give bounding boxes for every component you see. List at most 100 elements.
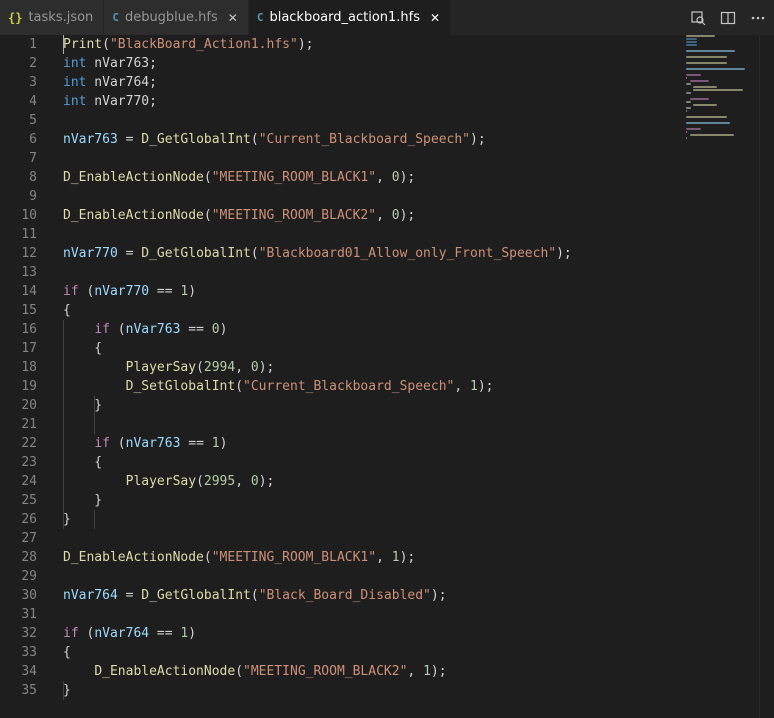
code-token: ( [235, 379, 244, 394]
close-icon[interactable]: ✕ [228, 11, 238, 25]
code-line[interactable]: 12 nVar770 = D_GetGlobalInt("Blackboard01… [0, 244, 571, 263]
code-line[interactable]: 16 if (nVar763 == 0) [0, 320, 572, 339]
code-token: ); [258, 360, 275, 375]
code-line[interactable]: 22 if (nVar763 == 1) [0, 434, 572, 453]
code-line[interactable]: 2 int nVar763; [0, 54, 572, 73]
code-token: == [180, 322, 212, 337]
code-line[interactable]: 20 } [0, 396, 572, 415]
text-cursor [63, 35, 64, 54]
c-file-icon: C [256, 11, 264, 24]
line-number: 14 [21, 284, 37, 299]
code-line[interactable]: 21 [0, 415, 572, 434]
code-line[interactable]: 15 { [0, 301, 572, 320]
line-number: 9 [29, 189, 37, 204]
code-token: PlayerSay [125, 474, 197, 489]
line-text: { [63, 453, 102, 472]
code-token: "Current_Blackboard_Speech" [258, 132, 471, 147]
line-text: PlayerSay(2995, 0); [63, 472, 275, 491]
minimap-line [686, 56, 727, 58]
code-line[interactable]: 17 { [0, 339, 572, 358]
code-token: , [235, 474, 251, 489]
line-text: D_SetGlobalInt("Current_Blackboard_Speec… [63, 377, 494, 396]
minimap-line [686, 131, 687, 133]
code-token: == [149, 284, 181, 299]
tab-debugblue-hfs[interactable]: C debugblue.hfs ✕ [104, 0, 249, 35]
code-line[interactable]: 3 int nVar764; [0, 73, 572, 92]
line-number: 17 [21, 341, 37, 356]
code-line[interactable]: 32 if (nVar764 == 1) [0, 624, 572, 643]
code-line[interactable]: 14 if (nVar770 == 1) [0, 282, 572, 301]
code-line[interactable]: 9 [0, 187, 572, 206]
code-token: 2994 [203, 360, 236, 375]
vertical-scrollbar[interactable] [759, 35, 774, 718]
line-text: int nVar764; [63, 73, 157, 92]
code-line[interactable]: 33 { [0, 643, 572, 662]
json-file-icon: {} [8, 10, 23, 25]
line-number: 29 [21, 569, 37, 584]
close-icon[interactable]: ✕ [430, 11, 440, 25]
code-editor[interactable]: 1 Print("BlackBoard_Action1.hfs"); 2 int nV… [0, 35, 774, 718]
code-line[interactable]: 25 } [0, 491, 572, 510]
minimap-line [686, 35, 715, 37]
code-line[interactable]: 4 int nVar770; [0, 92, 572, 111]
code-line[interactable]: 18 PlayerSay(2994, 0); [0, 358, 572, 377]
code-token: nVar763 [63, 132, 118, 147]
code-token: "MEETING_ROOM_BLACK2" [211, 208, 377, 223]
tab-blackboard-action1-hfs[interactable]: C blackboard_action1.hfs ✕ [248, 0, 452, 35]
line-text: if (nVar770 == 1) [63, 282, 196, 301]
line-number: 3 [29, 75, 37, 90]
code-line[interactable]: 26} [0, 510, 572, 529]
code-token: , [376, 550, 392, 565]
line-number: 12 [21, 246, 37, 261]
code-line[interactable]: 30 nVar764 = D_GetGlobalInt("Black_Board_… [0, 586, 572, 605]
code-line[interactable]: 19 D_SetGlobalInt("Current_Blackboard_Sp… [0, 377, 572, 396]
code-token: } [63, 512, 71, 527]
code-line[interactable]: 29 [0, 567, 572, 586]
code-token: } [63, 683, 71, 698]
code-token: ); [399, 208, 416, 223]
code-token: ) [219, 436, 228, 451]
code-line[interactable]: 11 [0, 225, 572, 244]
minimap-line [686, 137, 687, 139]
tab-label: blackboard_action1.hfs [269, 10, 421, 25]
code-line[interactable]: 5 [0, 111, 572, 130]
code-token: == [149, 626, 181, 641]
code-token: ); [470, 132, 486, 147]
code-line[interactable]: 35} [0, 681, 572, 700]
code-area[interactable]: 1 Print("BlackBoard_Action1.hfs"); 2 int nV… [0, 35, 572, 700]
code-line[interactable]: 7 [0, 149, 572, 168]
code-line[interactable]: 10 D_EnableActionNode("MEETING_ROOM_BLACK… [0, 206, 572, 225]
code-line[interactable]: 1 Print("BlackBoard_Action1.hfs"); [0, 35, 572, 54]
code-line[interactable]: 27 [0, 529, 572, 548]
line-text: if (nVar763 == 0) [63, 320, 227, 339]
code-line[interactable]: 6 nVar763 = D_GetGlobalInt("Current_Black… [0, 130, 572, 149]
more-actions-icon[interactable] [750, 10, 766, 26]
code-line[interactable]: 13 [0, 263, 572, 282]
minimap-line [689, 98, 709, 100]
open-changes-icon[interactable] [690, 10, 706, 26]
code-token: 0 [391, 208, 400, 223]
line-number: 8 [29, 170, 37, 185]
code-line[interactable]: 34 D_EnableActionNode("MEETING_ROOM_BLAC… [0, 662, 572, 681]
code-line[interactable]: 8 D_EnableActionNode("MEETING_ROOM_BLACK1… [0, 168, 572, 187]
code-token: ( [203, 550, 212, 565]
code-token: "Blackboard01_Allow_only_Front_Speech" [258, 246, 557, 261]
code-line[interactable]: 31 [0, 605, 572, 624]
minimap-line [686, 116, 727, 118]
minimap[interactable] [686, 35, 756, 155]
code-token: == [180, 436, 212, 451]
split-editor-icon[interactable] [720, 10, 736, 26]
tab-tasks-json[interactable]: {} tasks.json [0, 0, 105, 35]
code-line[interactable]: 24 PlayerSay(2995, 0); [0, 472, 572, 491]
line-text: } [63, 510, 71, 529]
code-token: int [63, 56, 87, 71]
code-token: { [63, 303, 71, 318]
code-token: D_GetGlobalInt [141, 132, 251, 147]
code-token: ) [188, 284, 197, 299]
code-line[interactable]: 23 { [0, 453, 572, 472]
line-number: 10 [21, 208, 37, 223]
code-token: D_EnableActionNode [63, 208, 204, 223]
code-line[interactable]: 28 D_EnableActionNode("MEETING_ROOM_BLACK… [0, 548, 572, 567]
line-text: { [63, 301, 71, 320]
